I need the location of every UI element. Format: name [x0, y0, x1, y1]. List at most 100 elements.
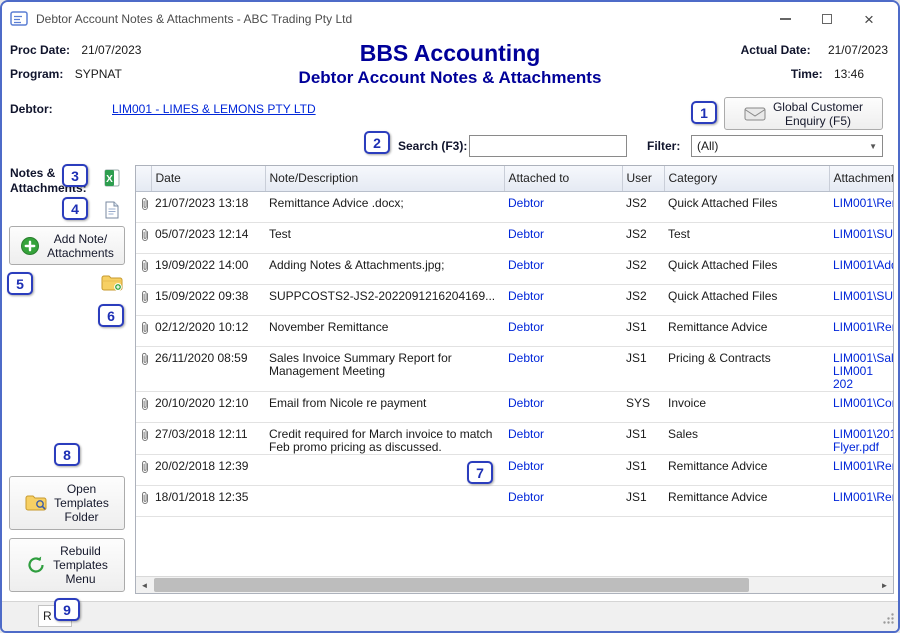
- paperclip-icon: [140, 400, 150, 414]
- attachment-link[interactable]: LIM001\SUP: [833, 289, 893, 303]
- paperclip-icon: [140, 293, 150, 307]
- attachment-link[interactable]: LIM001\Rem: [833, 320, 893, 334]
- attachment-link[interactable]: LIM001\Con: [833, 396, 893, 410]
- attachment-link[interactable]: LIM001\Add: [833, 258, 893, 272]
- attachment-link[interactable]: LIM001\201 Flyer.pdf: [833, 427, 893, 454]
- paperclip-icon: [140, 200, 150, 214]
- maximize-button[interactable]: [806, 4, 848, 34]
- attached-to-link[interactable]: Debtor: [508, 289, 544, 303]
- attachment-link[interactable]: LIM001\Sale LIM001 202: [833, 351, 893, 391]
- minimize-icon: [780, 18, 791, 20]
- note-user: JS2: [622, 222, 664, 253]
- attachment-link[interactable]: LIM001\Rem: [833, 459, 893, 473]
- column-header-attached-to[interactable]: Attached to: [504, 166, 622, 191]
- note-category: Remittance Advice: [664, 315, 829, 346]
- note-date: 18/01/2018 12:35: [151, 485, 265, 516]
- column-header-user[interactable]: User: [622, 166, 664, 191]
- minimize-button[interactable]: [764, 4, 806, 34]
- rebuild-templates-menu-button[interactable]: Rebuild Templates Menu: [9, 538, 125, 592]
- note-user: JS1: [622, 422, 664, 454]
- time-value: 13:46: [834, 67, 864, 81]
- paperclip-icon: [140, 324, 150, 338]
- horizontal-scrollbar[interactable]: ◄ ►: [136, 576, 893, 593]
- note-date: 27/03/2018 12:11: [151, 422, 265, 454]
- attached-to-link[interactable]: Debtor: [508, 459, 544, 473]
- note-user: JS2: [622, 253, 664, 284]
- notes-attachments-section-label: Notes & Attachments:: [10, 166, 102, 196]
- table-row[interactable]: 05/07/2023 12:14 Test Debtor JS2 Test LI…: [136, 222, 893, 253]
- table-row[interactable]: 15/09/2022 09:38 SUPPCOSTS2-JS2-20220912…: [136, 284, 893, 315]
- global-customer-enquiry-button[interactable]: Global Customer Enquiry (F5): [724, 97, 883, 130]
- column-header-attachment-flag[interactable]: [136, 166, 151, 191]
- attachment-link[interactable]: LIM001\Rem: [833, 490, 893, 504]
- column-header-category[interactable]: Category: [664, 166, 829, 191]
- search-input[interactable]: [469, 135, 627, 157]
- global-enquiry-label: Global Customer Enquiry (F5): [773, 100, 863, 128]
- callout-6: 6: [98, 304, 124, 327]
- note-user: JS1: [622, 315, 664, 346]
- attached-to-link[interactable]: Debtor: [508, 351, 544, 365]
- folder-icon: [101, 274, 123, 295]
- filter-selected-value: (All): [697, 139, 718, 153]
- new-note-button[interactable]: [100, 199, 124, 223]
- filter-dropdown[interactable]: (All) ▼: [691, 135, 883, 157]
- note-description: November Remittance: [265, 315, 504, 346]
- attachment-link[interactable]: LIM001\SUP: [833, 227, 893, 241]
- attachment-link[interactable]: LIM001\Rem: [833, 196, 893, 210]
- note-user: JS2: [622, 191, 664, 222]
- debtor-label: Debtor:: [10, 102, 53, 116]
- scroll-right-arrow[interactable]: ►: [876, 577, 893, 593]
- table-row[interactable]: 27/03/2018 12:11 Credit required for Mar…: [136, 422, 893, 454]
- actual-date-label: Actual Date:: [741, 43, 811, 57]
- table-row[interactable]: 20/02/2018 12:39 Debtor JS1 Remittance A…: [136, 454, 893, 485]
- column-header-description[interactable]: Note/Description: [265, 166, 504, 191]
- note-category: Quick Attached Files: [664, 253, 829, 284]
- window-title: Debtor Account Notes & Attachments - ABC…: [36, 12, 352, 26]
- callout-9: 9: [54, 598, 80, 621]
- column-header-date[interactable]: Date: [151, 166, 265, 191]
- note-category: Pricing & Contracts: [664, 346, 829, 391]
- screen-title: Debtor Account Notes & Attachments: [2, 68, 898, 88]
- paperclip-icon: [140, 355, 150, 369]
- export-excel-button[interactable]: X: [100, 167, 124, 191]
- table-row[interactable]: 21/07/2023 13:18 Remittance Advice .docx…: [136, 191, 893, 222]
- table-row[interactable]: 19/09/2022 14:00 Adding Notes & Attachme…: [136, 253, 893, 284]
- rebuild-refresh-icon: [26, 555, 46, 575]
- table-row[interactable]: 02/12/2020 10:12 November Remittance Deb…: [136, 315, 893, 346]
- resize-grip-icon[interactable]: [882, 612, 895, 628]
- attached-to-link[interactable]: Debtor: [508, 227, 544, 241]
- scrollbar-thumb[interactable]: [154, 578, 749, 592]
- attached-to-link[interactable]: Debtor: [508, 427, 544, 441]
- note-date: 20/02/2018 12:39: [151, 454, 265, 485]
- add-note-attachments-button[interactable]: Add Note/ Attachments: [9, 226, 125, 265]
- callout-1: 1: [691, 101, 717, 124]
- table-row[interactable]: 26/11/2020 08:59 Sales Invoice Summary R…: [136, 346, 893, 391]
- attached-to-link[interactable]: Debtor: [508, 490, 544, 504]
- note-description: Remittance Advice .docx;: [265, 191, 504, 222]
- paperclip-icon: [140, 494, 150, 508]
- column-header-attachment[interactable]: Attachment: [829, 166, 893, 191]
- app-icon: [10, 10, 28, 28]
- table-row[interactable]: 18/01/2018 12:35 Debtor JS1 Remittance A…: [136, 485, 893, 516]
- attached-to-link[interactable]: Debtor: [508, 196, 544, 210]
- note-user: SYS: [622, 391, 664, 422]
- add-plus-icon: [20, 236, 40, 256]
- close-button[interactable]: ×: [848, 4, 890, 34]
- note-category: Test: [664, 222, 829, 253]
- scroll-left-arrow[interactable]: ◄: [136, 577, 153, 593]
- quick-attach-folder-button[interactable]: [100, 272, 124, 296]
- actual-date-row: Actual Date: 21/07/2023: [741, 43, 888, 57]
- open-templates-label: Open Templates Folder: [54, 482, 109, 524]
- table-row[interactable]: 20/10/2020 12:10 Email from Nicole re pa…: [136, 391, 893, 422]
- attached-to-link[interactable]: Debtor: [508, 396, 544, 410]
- attached-to-link[interactable]: Debtor: [508, 320, 544, 334]
- note-user: JS1: [622, 454, 664, 485]
- time-label: Time:: [791, 67, 823, 81]
- paperclip-icon: [140, 262, 150, 276]
- attached-to-link[interactable]: Debtor: [508, 258, 544, 272]
- note-category: Invoice: [664, 391, 829, 422]
- table-header-row: Date Note/Description Attached to User C…: [136, 166, 893, 191]
- open-templates-folder-button[interactable]: Open Templates Folder: [9, 476, 125, 530]
- callout-3: 3: [62, 164, 88, 187]
- debtor-account-link[interactable]: LIM001 - LIMES & LEMONS PTY LTD: [112, 102, 316, 116]
